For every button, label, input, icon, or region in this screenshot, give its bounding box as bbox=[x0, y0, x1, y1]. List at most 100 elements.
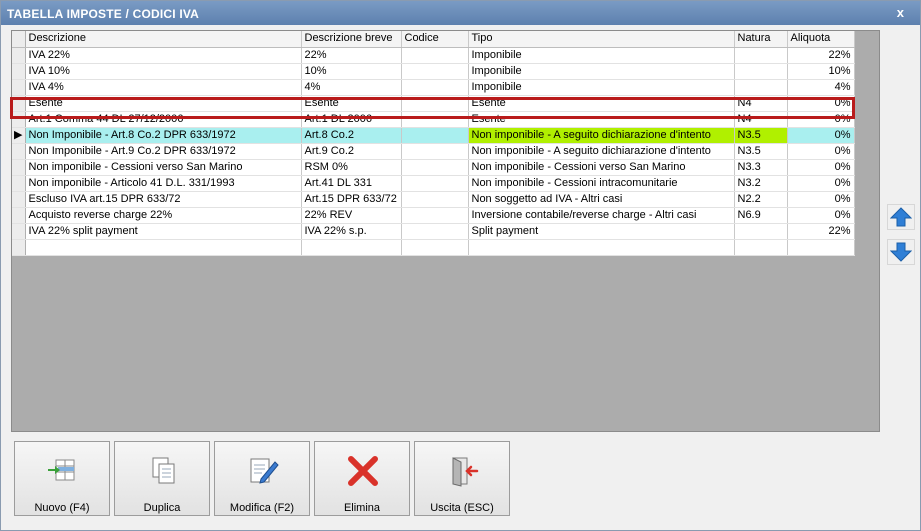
row-indicator[interactable] bbox=[12, 47, 26, 64]
nuovo-button[interactable]: Nuovo (F4) bbox=[14, 441, 110, 516]
cell-natura[interactable]: N3.5 bbox=[734, 143, 788, 160]
cell-codice[interactable] bbox=[401, 111, 469, 128]
row-indicator[interactable] bbox=[12, 63, 26, 80]
table-row[interactable]: Non imponibile - Articolo 41 D.L. 331/19… bbox=[12, 175, 855, 192]
cell-descrizione[interactable]: Non Imponibile - Art.8 Co.2 DPR 633/1972 bbox=[25, 127, 302, 144]
table-row[interactable]: IVA 10% 10% Imponibile 10% bbox=[12, 63, 855, 80]
row-indicator[interactable]: ▶ bbox=[12, 127, 26, 144]
cell-descrizione-breve[interactable]: Art.15 DPR 633/72 bbox=[301, 191, 402, 208]
uscita-button[interactable]: Uscita (ESC) bbox=[414, 441, 510, 516]
cell-descrizione[interactable] bbox=[25, 239, 302, 256]
cell-descrizione-breve[interactable]: 22% REV bbox=[301, 207, 402, 224]
table-row[interactable]: Non imponibile - Cessioni verso San Mari… bbox=[12, 159, 855, 176]
cell-aliquota[interactable]: 22% bbox=[787, 47, 855, 64]
cell-descrizione-breve[interactable]: 4% bbox=[301, 79, 402, 96]
table-row[interactable] bbox=[12, 239, 855, 256]
row-indicator[interactable] bbox=[12, 207, 26, 224]
cell-descrizione-breve[interactable]: Art.41 DL 331 bbox=[301, 175, 402, 192]
row-indicator[interactable] bbox=[12, 159, 26, 176]
cell-aliquota[interactable]: 10% bbox=[787, 63, 855, 80]
cell-natura[interactable] bbox=[734, 63, 788, 80]
elimina-button[interactable]: Elimina bbox=[314, 441, 410, 516]
cell-descrizione-breve[interactable]: 10% bbox=[301, 63, 402, 80]
cell-codice[interactable] bbox=[401, 175, 469, 192]
cell-descrizione[interactable]: Art.1 Comma 44 DL 27/12/2006 bbox=[25, 111, 302, 128]
cell-tipo[interactable]: Non imponibile - Cessioni intracomunitar… bbox=[468, 175, 735, 192]
move-down-button[interactable] bbox=[887, 239, 915, 265]
header-aliquota[interactable]: Aliquota bbox=[787, 31, 855, 48]
cell-descrizione-breve[interactable]: Art.8 Co.2 bbox=[301, 127, 402, 144]
row-indicator[interactable] bbox=[12, 175, 26, 192]
row-indicator[interactable] bbox=[12, 111, 26, 128]
row-indicator[interactable] bbox=[12, 143, 26, 160]
cell-descrizione[interactable]: IVA 22% split payment bbox=[25, 223, 302, 240]
cell-descrizione[interactable]: Non imponibile - Cessioni verso San Mari… bbox=[25, 159, 302, 176]
cell-aliquota[interactable]: 0% bbox=[787, 175, 855, 192]
cell-natura[interactable] bbox=[734, 47, 788, 64]
row-indicator[interactable] bbox=[12, 223, 26, 240]
cell-codice[interactable] bbox=[401, 63, 469, 80]
cell-descrizione[interactable]: IVA 22% bbox=[25, 47, 302, 64]
row-indicator[interactable] bbox=[12, 239, 26, 256]
cell-natura[interactable]: N3.3 bbox=[734, 159, 788, 176]
cell-codice[interactable] bbox=[401, 95, 469, 112]
table-row[interactable]: IVA 22% split payment IVA 22% s.p. Split p… bbox=[12, 223, 855, 240]
move-up-button[interactable] bbox=[887, 204, 915, 230]
cell-aliquota[interactable] bbox=[787, 239, 855, 256]
table-row[interactable]: ▶ Non Imponibile - Art.8 Co.2 DPR 633/197… bbox=[12, 127, 855, 144]
table-row[interactable]: Art.1 Comma 44 DL 27/12/2006 Art.1 DL 200… bbox=[12, 111, 855, 128]
cell-codice[interactable] bbox=[401, 223, 469, 240]
cell-natura[interactable]: N2.2 bbox=[734, 191, 788, 208]
cell-codice[interactable] bbox=[401, 47, 469, 64]
cell-codice[interactable] bbox=[401, 159, 469, 176]
table-row[interactable]: IVA 4% 4% Imponibile 4% bbox=[12, 79, 855, 96]
table-row[interactable]: Acquisto reverse charge 22% 22% REV Invers… bbox=[12, 207, 855, 224]
header-natura[interactable]: Natura bbox=[734, 31, 788, 48]
header-tipo[interactable]: Tipo bbox=[468, 31, 735, 48]
header-descrizione-breve[interactable]: Descrizione breve bbox=[301, 31, 402, 48]
header-codice[interactable]: Codice bbox=[401, 31, 469, 48]
cell-descrizione[interactable]: Non Imponibile - Art.9 Co.2 DPR 633/1972 bbox=[25, 143, 302, 160]
modifica-button[interactable]: Modifica (F2) bbox=[214, 441, 310, 516]
cell-codice[interactable] bbox=[401, 127, 469, 144]
cell-tipo[interactable]: Inversione contabile/reverse charge - Al… bbox=[468, 207, 735, 224]
cell-descrizione-breve[interactable]: IVA 22% s.p. bbox=[301, 223, 402, 240]
header-descrizione[interactable]: Descrizione bbox=[25, 31, 302, 48]
cell-descrizione-breve[interactable]: Art.9 Co.2 bbox=[301, 143, 402, 160]
close-icon[interactable]: x bbox=[897, 5, 904, 20]
cell-aliquota[interactable]: 0% bbox=[787, 159, 855, 176]
cell-natura[interactable]: N6.9 bbox=[734, 207, 788, 224]
cell-tipo[interactable]: Split payment bbox=[468, 223, 735, 240]
cell-natura[interactable]: N3.2 bbox=[734, 175, 788, 192]
cell-descrizione[interactable]: Escluso IVA art.15 DPR 633/72 bbox=[25, 191, 302, 208]
cell-natura[interactable]: N3.5 bbox=[734, 127, 788, 144]
cell-descrizione-breve[interactable] bbox=[301, 239, 402, 256]
table-row[interactable]: Escluso IVA art.15 DPR 633/72 Art.15 DPR … bbox=[12, 191, 855, 208]
cell-tipo[interactable] bbox=[468, 239, 735, 256]
row-indicator[interactable] bbox=[12, 191, 26, 208]
cell-descrizione-breve[interactable]: RSM 0% bbox=[301, 159, 402, 176]
cell-descrizione-breve[interactable]: Art.1 DL 2006 bbox=[301, 111, 402, 128]
cell-natura[interactable] bbox=[734, 223, 788, 240]
cell-tipo[interactable]: Non imponibile - A seguito dichiarazione… bbox=[468, 127, 735, 144]
cell-descrizione[interactable]: Esente bbox=[25, 95, 302, 112]
row-indicator[interactable] bbox=[12, 95, 26, 112]
cell-natura[interactable]: N4 bbox=[734, 111, 788, 128]
cell-codice[interactable] bbox=[401, 207, 469, 224]
cell-aliquota[interactable]: 0% bbox=[787, 143, 855, 160]
cell-aliquota[interactable]: 4% bbox=[787, 79, 855, 96]
cell-codice[interactable] bbox=[401, 239, 469, 256]
table-row[interactable]: Esente Esente Esente N4 0% bbox=[12, 95, 855, 112]
cell-descrizione[interactable]: IVA 4% bbox=[25, 79, 302, 96]
cell-aliquota[interactable]: 0% bbox=[787, 191, 855, 208]
cell-natura[interactable] bbox=[734, 239, 788, 256]
cell-tipo[interactable]: Esente bbox=[468, 95, 735, 112]
cell-codice[interactable] bbox=[401, 191, 469, 208]
table-row[interactable]: Non Imponibile - Art.9 Co.2 DPR 633/1972… bbox=[12, 143, 855, 160]
cell-descrizione[interactable]: Non imponibile - Articolo 41 D.L. 331/19… bbox=[25, 175, 302, 192]
table-row[interactable]: IVA 22% 22% Imponibile 22% bbox=[12, 47, 855, 64]
cell-tipo[interactable]: Imponibile bbox=[468, 47, 735, 64]
cell-aliquota[interactable]: 0% bbox=[787, 95, 855, 112]
row-indicator[interactable] bbox=[12, 79, 26, 96]
cell-descrizione-breve[interactable]: Esente bbox=[301, 95, 402, 112]
